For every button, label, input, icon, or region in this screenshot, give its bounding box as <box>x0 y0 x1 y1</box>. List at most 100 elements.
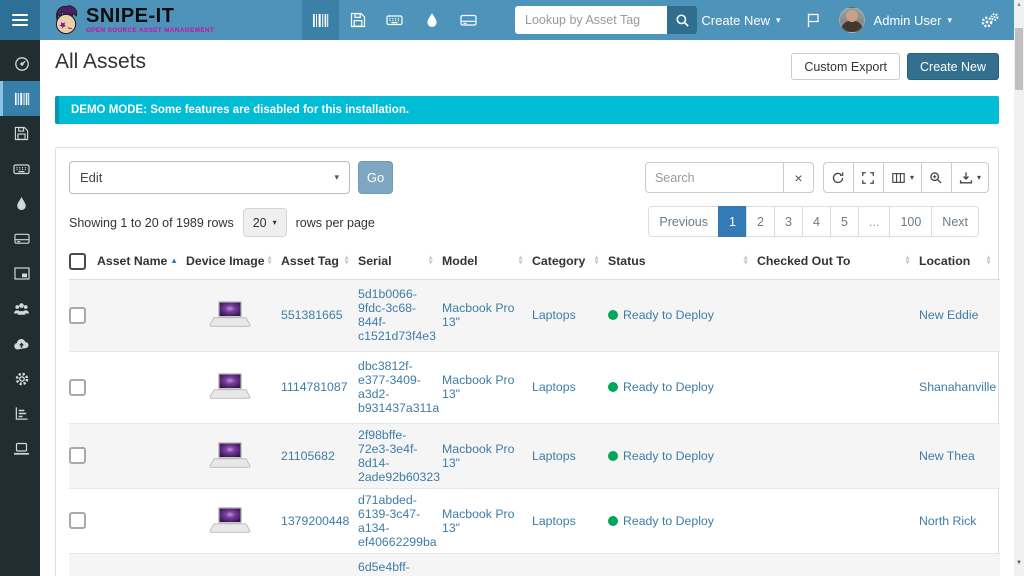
sidebar-item-people[interactable] <box>0 291 40 326</box>
rows-per-page-select[interactable]: 20 ▾ <box>242 208 287 237</box>
column-header-serial[interactable]: Serial ▲ ▼ <box>358 244 442 280</box>
model-link[interactable]: Macbook Pro 13" <box>442 442 514 470</box>
sort-icon[interactable]: ▲ ▼ <box>343 255 350 266</box>
asset-tag-search-button[interactable] <box>667 6 697 34</box>
device-image[interactable] <box>207 372 253 402</box>
pagination-page-3[interactable]: 3 <box>774 206 804 237</box>
sidebar-item-accessories[interactable] <box>0 151 40 186</box>
user-menu-dropdown[interactable]: Admin User ▾ <box>874 13 952 28</box>
status-link[interactable]: Ready to Deploy <box>623 308 714 322</box>
sort-icon[interactable]: ▲ ▼ <box>593 255 600 266</box>
pagination-page-2[interactable]: 2 <box>746 206 776 237</box>
serial-link[interactable]: 6d5e4bff- <box>358 560 410 574</box>
pagination-ellipsis[interactable]: ... <box>858 206 891 237</box>
sidebar-item-kits[interactable] <box>0 256 40 291</box>
model-link[interactable]: Macbook Pro 13" <box>442 507 514 535</box>
row-checkbox[interactable] <box>69 447 86 464</box>
location-link[interactable]: North Rick <box>919 514 976 528</box>
serial-link[interactable]: 5d1b0066-9fdc-3c68-844f-c1521d73f4e3 <box>358 287 436 343</box>
model-link[interactable]: Macbook Pro 13" <box>442 301 514 329</box>
asset-tag-lookup-input[interactable] <box>515 6 667 34</box>
sort-icon[interactable]: ▲ ▼ <box>266 255 273 266</box>
sidebar-item-assets[interactable] <box>0 81 40 116</box>
brand-logo[interactable]: SNIPE-IT OPEN SOURCE ASSET MANAGEMENT <box>50 3 288 37</box>
floppy-icon[interactable] <box>339 0 376 40</box>
column-header-asset-name[interactable]: Asset Name ▲ <box>97 244 186 280</box>
pagination-page-4[interactable]: 4 <box>802 206 832 237</box>
sort-icon[interactable]: ▲ ▼ <box>904 255 911 266</box>
column-header-category[interactable]: Category ▲ ▼ <box>532 244 608 280</box>
sidebar-toggle-button[interactable] <box>0 0 40 40</box>
status-link[interactable]: Ready to Deploy <box>623 380 714 394</box>
column-header-checked-out-to[interactable]: Checked Out To ▲ ▼ <box>757 244 919 280</box>
custom-export-button[interactable]: Custom Export <box>791 53 900 80</box>
category-link[interactable]: Laptops <box>532 514 576 528</box>
barcode-icon[interactable] <box>302 0 339 40</box>
flag-icon[interactable] <box>805 12 821 28</box>
serial-link[interactable]: dbc3812f-e377-3409-a3d2-b931437a311a <box>358 359 439 415</box>
sidebar-item-settings[interactable] <box>0 361 40 396</box>
sidebar-item-licenses[interactable] <box>0 116 40 151</box>
category-link[interactable]: Laptops <box>532 449 576 463</box>
card-icon[interactable] <box>450 0 487 40</box>
sort-icon[interactable]: ▲ ▼ <box>427 255 434 266</box>
settings-gears-icon[interactable] <box>980 12 1000 29</box>
column-header-location[interactable]: Location ▲ ▼ <box>919 244 1000 280</box>
sort-asc-icon[interactable]: ▲ <box>170 257 178 265</box>
status-link[interactable]: Ready to Deploy <box>623 514 714 528</box>
serial-link[interactable]: d71abded-6139-3c47-a134-ef40662299ba <box>358 493 437 549</box>
sidebar-item-components[interactable] <box>0 221 40 256</box>
sidebar-item-consumables[interactable] <box>0 186 40 221</box>
create-new-dropdown[interactable]: Create New ▾ <box>701 13 780 28</box>
location-link[interactable]: New Eddie <box>919 308 978 322</box>
scrollbar-thumb[interactable] <box>1015 28 1023 90</box>
sidebar-item-reports[interactable] <box>0 396 40 431</box>
sidebar-item-dashboard[interactable] <box>0 46 40 81</box>
column-header-model[interactable]: Model ▲ ▼ <box>442 244 532 280</box>
sidebar-item-import[interactable] <box>0 326 40 361</box>
refresh-button[interactable] <box>822 162 854 193</box>
create-new-button[interactable]: Create New <box>907 53 999 80</box>
columns-button[interactable]: ▾ <box>882 162 922 193</box>
asset-tag-link[interactable]: 551381665 <box>281 308 343 322</box>
zoom-in-button[interactable] <box>920 162 952 193</box>
pagination-page-1[interactable]: 1 <box>718 206 748 237</box>
location-link[interactable]: Shanahanville <box>919 380 996 394</box>
go-button[interactable]: Go <box>358 161 393 194</box>
page-scrollbar[interactable]: ▲ ▼ <box>1014 0 1024 576</box>
clear-search-button[interactable]: × <box>782 162 814 193</box>
device-image[interactable] <box>207 506 253 536</box>
column-header-asset-tag[interactable]: Asset Tag ▲ ▼ <box>281 244 358 280</box>
sort-icon[interactable]: ▲ ▼ <box>985 255 992 266</box>
pagination-page-100[interactable]: 100 <box>889 206 933 237</box>
pagination-page-5[interactable]: 5 <box>830 206 860 237</box>
bulk-action-select[interactable]: Edit ▾ <box>69 161 350 194</box>
droplet-icon[interactable] <box>413 0 450 40</box>
select-all-checkbox[interactable] <box>69 252 86 270</box>
asset-tag-link[interactable]: 1379200448 <box>281 514 349 528</box>
location-link[interactable]: New Thea <box>919 449 975 463</box>
user-avatar[interactable] <box>838 7 865 33</box>
scroll-down-arrow-icon[interactable]: ▼ <box>1014 560 1024 572</box>
device-image[interactable] <box>207 300 253 330</box>
asset-tag-link[interactable]: 21105682 <box>281 449 335 463</box>
fullscreen-button[interactable] <box>852 162 884 193</box>
column-header-device-image[interactable]: Device Image ▲ ▼ <box>186 244 281 280</box>
export-button[interactable]: ▾ <box>950 162 989 193</box>
category-link[interactable]: Laptops <box>532 308 576 322</box>
model-link[interactable]: Macbook Pro 13" <box>442 373 514 401</box>
row-checkbox[interactable] <box>69 378 86 396</box>
row-checkbox[interactable] <box>69 306 86 324</box>
keyboard-icon[interactable] <box>376 0 413 40</box>
sort-icon[interactable]: ▲ ▼ <box>517 255 524 266</box>
pagination-previous[interactable]: Previous <box>648 206 720 237</box>
serial-link[interactable]: 2f98bffe-72e3-3e4f-8d14-2ade92b60323 <box>358 428 440 484</box>
pagination-next[interactable]: Next <box>931 206 979 237</box>
category-link[interactable]: Laptops <box>532 380 576 394</box>
device-image[interactable] <box>207 441 253 471</box>
sidebar-item-requestable[interactable] <box>0 431 40 466</box>
status-link[interactable]: Ready to Deploy <box>623 449 714 463</box>
column-header-status[interactable]: Status ▲ ▼ <box>608 244 757 280</box>
scroll-up-arrow-icon[interactable]: ▲ <box>1014 2 1024 14</box>
row-checkbox[interactable] <box>69 512 86 529</box>
